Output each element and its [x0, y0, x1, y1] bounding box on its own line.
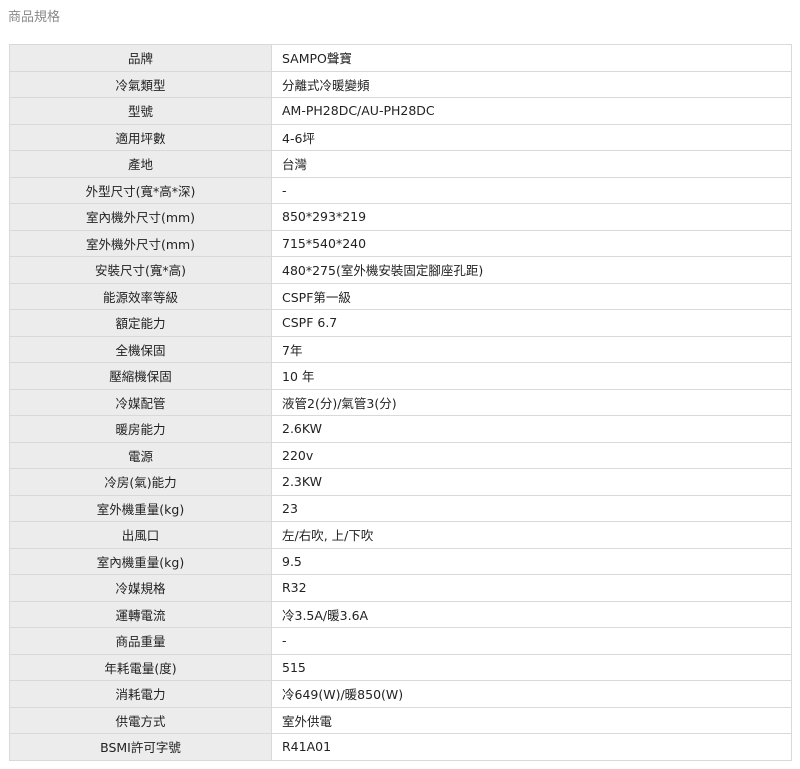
- spec-label: 電源: [9, 441, 272, 469]
- spec-value: 冷3.5A/暖3.6A: [271, 600, 792, 628]
- table-row: 能源效率等級 CSPF第一級: [9, 282, 792, 310]
- table-row: 冷媒配管 液管2(分)/氣管3(分): [9, 388, 792, 416]
- table-row: 暖房能力 2.6KW: [9, 415, 792, 443]
- spec-label: 冷房(氣)能力: [9, 468, 272, 496]
- spec-label: 室內機重量(kg): [9, 547, 272, 575]
- spec-value: 715*540*240: [271, 229, 792, 257]
- table-row: 外型尺寸(寬*高*深) -: [9, 176, 792, 204]
- spec-label: 運轉電流: [9, 600, 272, 628]
- spec-label: 消耗電力: [9, 680, 272, 708]
- spec-value: AM-PH28DC/AU-PH28DC: [271, 97, 792, 125]
- spec-label: 品牌: [9, 44, 272, 72]
- spec-label: 暖房能力: [9, 415, 272, 443]
- spec-value: CSPF第一級: [271, 282, 792, 310]
- table-row: 室內機重量(kg) 9.5: [9, 547, 792, 575]
- table-row: 壓縮機保固 10 年: [9, 362, 792, 390]
- spec-label: 冷媒規格: [9, 574, 272, 602]
- table-row: 電源 220v: [9, 441, 792, 469]
- spec-label: 出風口: [9, 521, 272, 549]
- spec-label: 冷媒配管: [9, 388, 272, 416]
- spec-label: 冷氣類型: [9, 70, 272, 98]
- table-row: 運轉電流 冷3.5A/暖3.6A: [9, 600, 792, 628]
- spec-value: 515: [271, 653, 792, 681]
- table-row: 適用坪數 4-6坪: [9, 123, 792, 151]
- table-row: 品牌 SAMPO聲寶: [9, 44, 792, 72]
- table-row: 消耗電力 冷649(W)/暖850(W): [9, 680, 792, 708]
- spec-value: 台灣: [271, 150, 792, 178]
- spec-label: 外型尺寸(寬*高*深): [9, 176, 272, 204]
- spec-label: 適用坪數: [9, 123, 272, 151]
- spec-label: 供電方式: [9, 706, 272, 734]
- spec-label: 全機保固: [9, 335, 272, 363]
- table-row: 商品重量 -: [9, 627, 792, 655]
- spec-value: 850*293*219: [271, 203, 792, 231]
- spec-value: 室外供電: [271, 706, 792, 734]
- table-row: 室內機外尺寸(mm) 850*293*219: [9, 203, 792, 231]
- spec-label: 室內機外尺寸(mm): [9, 203, 272, 231]
- spec-value: 2.3KW: [271, 468, 792, 496]
- spec-label: 額定能力: [9, 309, 272, 337]
- table-row: 冷媒規格 R32: [9, 574, 792, 602]
- spec-value: 220v: [271, 441, 792, 469]
- spec-label: 商品重量: [9, 627, 272, 655]
- table-row: 安裝尺寸(寬*高) 480*275(室外機安裝固定腳座孔距): [9, 256, 792, 284]
- spec-label: 能源效率等級: [9, 282, 272, 310]
- spec-label: 年耗電量(度): [9, 653, 272, 681]
- table-row: BSMI許可字號 R41A01: [9, 733, 792, 761]
- spec-table-body: 品牌 SAMPO聲寶 冷氣類型 分離式冷暖變頻 型號 AM-PH28DC/AU-PH28D…: [9, 44, 792, 761]
- spec-value: 10 年: [271, 362, 792, 390]
- spec-value: CSPF 6.7: [271, 309, 792, 337]
- spec-value: -: [271, 176, 792, 204]
- table-row: 產地 台灣: [9, 150, 792, 178]
- spec-value: 冷649(W)/暖850(W): [271, 680, 792, 708]
- spec-label: BSMI許可字號: [9, 733, 272, 761]
- table-row: 全機保固 7年: [9, 335, 792, 363]
- section-title: 商品規格: [8, 10, 61, 25]
- spec-label: 壓縮機保固: [9, 362, 272, 390]
- spec-value: R41A01: [271, 733, 792, 761]
- spec-value: 4-6坪: [271, 123, 792, 151]
- table-row: 冷氣類型 分離式冷暖變頻: [9, 70, 792, 98]
- spec-value: 9.5: [271, 547, 792, 575]
- spec-value: -: [271, 627, 792, 655]
- spec-value: 23: [271, 494, 792, 522]
- spec-value: 2.6KW: [271, 415, 792, 443]
- spec-label: 室外機重量(kg): [9, 494, 272, 522]
- table-row: 室外機外尺寸(mm) 715*540*240: [9, 229, 792, 257]
- spec-label: 型號: [9, 97, 272, 125]
- spec-label: 室外機外尺寸(mm): [9, 229, 272, 257]
- table-row: 年耗電量(度) 515: [9, 653, 792, 681]
- spec-value: 分離式冷暖變頻: [271, 70, 792, 98]
- spec-value: 液管2(分)/氣管3(分): [271, 388, 792, 416]
- table-row: 供電方式 室外供電: [9, 706, 792, 734]
- table-row: 冷房(氣)能力 2.3KW: [9, 468, 792, 496]
- table-row: 額定能力 CSPF 6.7: [9, 309, 792, 337]
- table-row: 室外機重量(kg) 23: [9, 494, 792, 522]
- spec-value: 左/右吹, 上/下吹: [271, 521, 792, 549]
- table-row: 型號 AM-PH28DC/AU-PH28DC: [9, 97, 792, 125]
- spec-value: R32: [271, 574, 792, 602]
- table-row: 出風口 左/右吹, 上/下吹: [9, 521, 792, 549]
- spec-label: 安裝尺寸(寬*高): [9, 256, 272, 284]
- spec-value: 7年: [271, 335, 792, 363]
- spec-table: 品牌 SAMPO聲寶 冷氣類型 分離式冷暖變頻 型號 AM-PH28DC/AU-PH28D…: [9, 44, 792, 761]
- spec-value: 480*275(室外機安裝固定腳座孔距): [271, 256, 792, 284]
- spec-value: SAMPO聲寶: [271, 44, 792, 72]
- spec-label: 產地: [9, 150, 272, 178]
